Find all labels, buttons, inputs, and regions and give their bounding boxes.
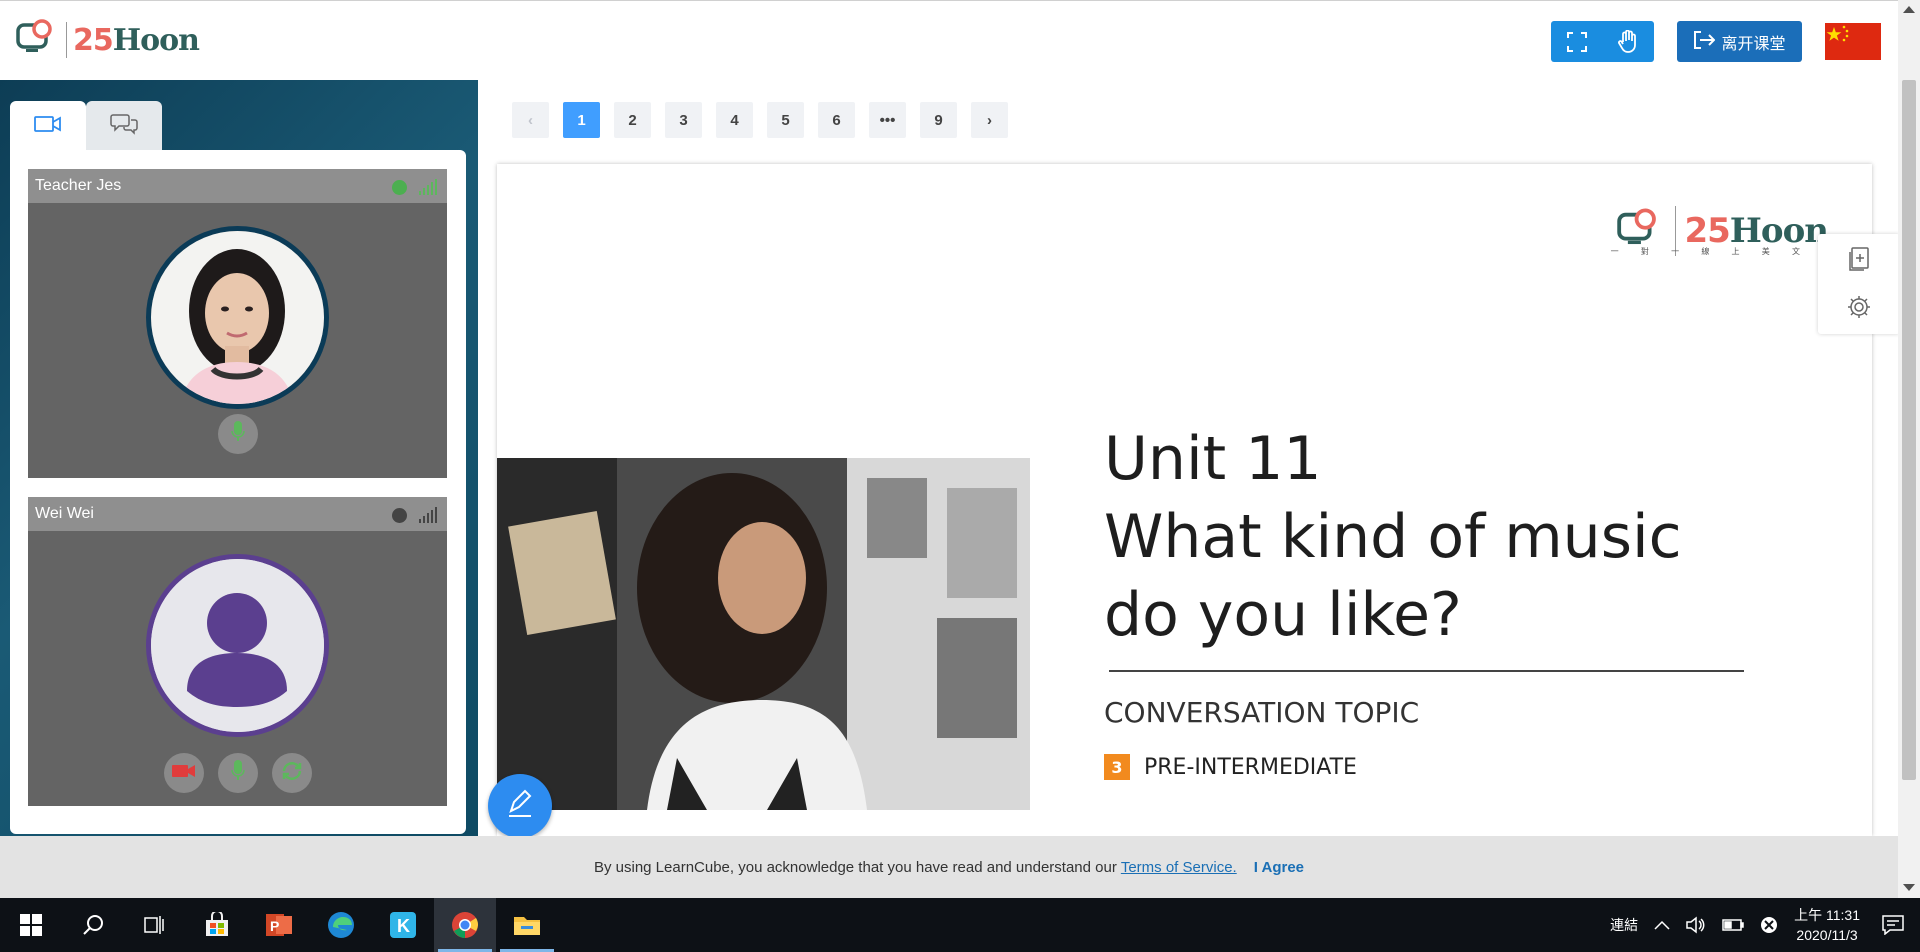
leave-class-label: 离开课堂: [1721, 33, 1786, 53]
system-tray: 連結 上午 11:31 2020/11/3: [1602, 898, 1920, 952]
logo-word: Hoon: [1729, 211, 1829, 251]
svg-text:P: P: [270, 918, 279, 934]
tab-chat[interactable]: [86, 101, 162, 151]
windows-start-icon[interactable]: [0, 898, 62, 952]
notifications-icon[interactable]: [1882, 915, 1904, 935]
logo-number: 25: [73, 22, 114, 58]
refresh-button[interactable]: [272, 753, 312, 793]
online-status-dot: [392, 179, 407, 195]
powerpoint-icon[interactable]: P: [248, 898, 310, 952]
chevron-up-icon[interactable]: [1654, 920, 1670, 930]
header-tool-group: [1551, 21, 1654, 62]
logo-mark-icon: [16, 19, 62, 61]
offline-status-dot: [392, 507, 407, 523]
microphone-icon: [231, 420, 245, 448]
agree-button[interactable]: I Agree: [1254, 859, 1304, 876]
chrome-icon[interactable]: [434, 898, 496, 952]
add-page-icon[interactable]: [1846, 246, 1872, 277]
slide-pagination: ‹ 1 2 3 4 5 6 ••• 9 ›: [512, 102, 1008, 138]
slide-divider: [1109, 670, 1744, 672]
lesson-slide[interactable]: 25Hoon 一 對 一 線 上 美 文 Unit 11 What kind o…: [497, 164, 1872, 836]
windows-taskbar: P K 連結 上午 11:31 2020/11/3: [0, 898, 1920, 952]
cookie-consent-bar: By using LearnCube, you acknowledge that…: [0, 836, 1898, 898]
sidebar-tabs: [10, 101, 162, 151]
terms-link[interactable]: Terms of Service.: [1121, 859, 1237, 876]
search-icon[interactable]: [62, 898, 124, 952]
signal-strength-icon: [419, 507, 437, 523]
refresh-icon: [281, 760, 303, 787]
store-icon[interactable]: [186, 898, 248, 952]
microphone-icon: [231, 759, 245, 787]
mic-button[interactable]: [218, 753, 258, 793]
top-header: 25Hoon 离开课堂: [0, 0, 1898, 80]
slide-title: Unit 11 What kind of music do you like?: [1104, 420, 1682, 654]
next-page-button[interactable]: ›: [971, 102, 1008, 138]
k-app-icon[interactable]: K: [372, 898, 434, 952]
exit-icon: [1693, 30, 1716, 53]
camera-toggle-button[interactable]: [164, 753, 204, 793]
participant-video-teacher: Teacher Jes: [28, 169, 447, 478]
scroll-thumb[interactable]: [1902, 80, 1916, 780]
lesson-photo: [497, 458, 1030, 810]
page-ellipsis-button[interactable]: •••: [869, 102, 906, 138]
logo-subtitle: 一 對 一 線 上 美 文: [1610, 247, 1810, 256]
page-button[interactable]: 9: [920, 102, 957, 138]
fullscreen-icon[interactable]: [1557, 24, 1597, 60]
participant-name: Wei Wei: [35, 505, 94, 522]
level-label: PRE-INTERMEDIATE: [1144, 754, 1357, 780]
slide-title-line: do you like?: [1104, 580, 1462, 650]
annotate-pen-button[interactable]: [488, 774, 552, 838]
page-button[interactable]: 3: [665, 102, 702, 138]
scroll-up-arrow-icon[interactable]: [1903, 6, 1915, 13]
logo-number: 25: [1684, 211, 1730, 251]
slide-title-line: Unit 11: [1104, 424, 1322, 494]
task-view-icon[interactable]: [124, 898, 186, 952]
clock-time: 上午 11:31: [1794, 907, 1860, 923]
battery-icon[interactable]: [1722, 918, 1744, 932]
chat-icon: [110, 113, 138, 140]
scroll-down-arrow-icon[interactable]: [1903, 884, 1915, 891]
hand-icon[interactable]: [1608, 24, 1648, 60]
slide-title-line: What kind of music: [1104, 502, 1682, 572]
gear-icon[interactable]: [1846, 294, 1872, 325]
slide-level: 3 PRE-INTERMEDIATE: [1104, 754, 1357, 780]
slide-side-tools: [1818, 234, 1900, 334]
close-circle-icon[interactable]: [1760, 916, 1778, 934]
user-avatar-placeholder: [146, 554, 329, 737]
video-camera-icon: [172, 763, 196, 784]
mic-button[interactable]: [218, 414, 258, 454]
page-button[interactable]: 6: [818, 102, 855, 138]
system-clock[interactable]: 上午 11:31 2020/11/3: [1794, 905, 1860, 945]
page-button[interactable]: 4: [716, 102, 753, 138]
volume-icon[interactable]: [1686, 916, 1706, 934]
pen-icon: [505, 789, 535, 824]
china-flag-icon[interactable]: [1825, 23, 1881, 60]
tab-video[interactable]: [10, 101, 86, 151]
file-explorer-icon[interactable]: [496, 898, 558, 952]
clock-date: 2020/11/3: [1796, 927, 1858, 943]
participant-video-student: Wei Wei: [28, 497, 447, 806]
edge-icon[interactable]: [310, 898, 372, 952]
slide-topic: CONVERSATION TOPIC: [1104, 696, 1420, 729]
vertical-scrollbar[interactable]: [1898, 0, 1920, 898]
participant-name: Teacher Jes: [35, 177, 122, 194]
page-button[interactable]: 5: [767, 102, 804, 138]
signal-strength-icon: [419, 179, 437, 195]
svg-text:K: K: [397, 916, 410, 936]
video-camera-icon: [34, 115, 62, 138]
leave-class-button[interactable]: 离开课堂: [1677, 21, 1802, 62]
prev-page-button[interactable]: ‹: [512, 102, 549, 138]
level-badge: 3: [1104, 754, 1130, 780]
logo-word: Hoon: [112, 22, 200, 58]
teacher-avatar: [146, 226, 329, 409]
app-logo: 25Hoon: [16, 19, 200, 61]
network-label[interactable]: 連結: [1610, 915, 1638, 935]
page-button[interactable]: 1: [563, 102, 600, 138]
cookie-text: By using LearnCube, you acknowledge that…: [593, 858, 1117, 876]
page-button[interactable]: 2: [614, 102, 651, 138]
